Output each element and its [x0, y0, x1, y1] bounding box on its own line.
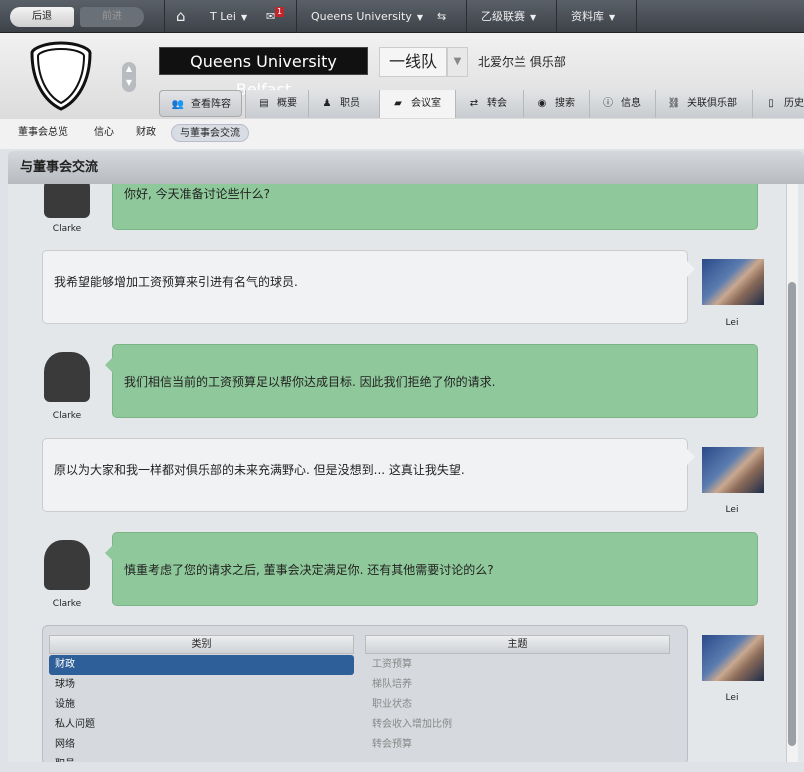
tab-label: 查看阵容 — [191, 99, 231, 110]
user-avatar — [702, 635, 764, 681]
board-member-avatar — [44, 540, 90, 590]
club-menu-label: Queens University — [311, 10, 412, 23]
subtab-finances[interactable]: 财政 — [128, 124, 164, 142]
transfer-icon: ⇄ — [469, 98, 479, 109]
club-crest-icon — [30, 41, 92, 111]
category-column-header[interactable]: 类别 — [49, 635, 354, 654]
profile-icon: ▤ — [259, 98, 269, 109]
topic-column-header[interactable]: 主题 — [365, 635, 670, 654]
squad-dropdown-icon[interactable]: ▼ — [447, 47, 468, 77]
tab-overview[interactable]: ▤ 概要 — [245, 90, 308, 118]
briefcase-icon: ▰ — [394, 98, 402, 109]
back-button[interactable]: 后退 — [10, 7, 74, 27]
category-list: 财政 球场 设施 私人问题 网络 职员 — [49, 655, 354, 762]
inbox-icon[interactable]: ✉ 1 — [266, 0, 285, 33]
tab-staff[interactable]: ♟ 职员 — [308, 90, 379, 118]
board-message: 我们相信当前的工资预算足以帮你达成目标. 因此我们拒绝了你的请求. — [105, 344, 758, 418]
category-item-selected[interactable]: 财政 — [49, 655, 354, 675]
board-member-avatar — [44, 184, 90, 218]
staff-icon: ♟ — [322, 98, 332, 109]
switch-icon[interactable]: ⇆ — [437, 0, 446, 33]
topic-item[interactable]: 转会收入增加比例 — [372, 715, 452, 735]
user-name: Lei — [725, 505, 739, 515]
user-name: T Lei — [210, 10, 236, 23]
tab-history[interactable]: ▯ 历史 — [752, 90, 804, 118]
database-menu[interactable]: 资料库 ▼ — [571, 0, 615, 33]
board-member-name: Clarke — [52, 411, 82, 421]
tab-transfers[interactable]: ⇄ 转会 — [455, 90, 523, 118]
tab-info[interactable]: ⓘ 信息 — [589, 90, 655, 118]
subtab-board-overview[interactable]: 董事会总览 — [10, 124, 76, 142]
club-menu[interactable]: Queens University ▼ — [311, 0, 423, 33]
home-icon[interactable]: ⌂ — [176, 0, 186, 33]
subtab-confidence[interactable]: 信心 — [86, 124, 122, 142]
category-item[interactable]: 球场 — [49, 675, 354, 695]
tab-view-squad[interactable]: 👥 查看阵容 — [159, 90, 242, 117]
squad-icon: 👥 — [171, 99, 185, 110]
tab-label: 转会 — [487, 98, 507, 109]
category-item[interactable]: 网络 — [49, 735, 354, 755]
tab-label: 历史 — [784, 98, 804, 109]
topic-item[interactable]: 工资预算 — [372, 655, 452, 675]
topic-item[interactable]: 转会预算 — [372, 735, 452, 755]
tab-search[interactable]: ◉ 搜索 — [523, 90, 589, 118]
board-member-avatar — [44, 352, 90, 402]
league-menu-label: 乙级联赛 — [481, 10, 525, 23]
history-icon: ▯ — [768, 98, 774, 109]
club-scroll-arrows[interactable]: ▲ ▼ — [122, 62, 136, 92]
user-avatar — [702, 259, 764, 305]
user-name: Lei — [725, 318, 739, 328]
board-member-name: Clarke — [52, 224, 82, 234]
topic-list: 工资预算 梯队培养 职业状态 转会收入增加比例 转会预算 — [372, 655, 452, 755]
user-message: 原以为大家和我一样都对俱乐部的未来充满野心. 但是没想到... 这真让我失望. — [42, 438, 695, 512]
user-message: 我希望能够增加工资预算来引进有名气的球员. — [42, 250, 695, 324]
category-item[interactable]: 职员 — [49, 755, 354, 762]
binoculars-icon: ◉ — [537, 98, 547, 109]
user-menu[interactable]: T Lei ▼ — [210, 0, 247, 33]
board-message: 你好, 今天准备讨论些什么? — [105, 184, 758, 230]
league-menu[interactable]: 乙级联赛 ▼ — [481, 0, 536, 33]
topic-item[interactable]: 职业状态 — [372, 695, 452, 715]
category-item[interactable]: 设施 — [49, 695, 354, 715]
subtab-board-communication[interactable]: 与董事会交流 — [171, 124, 249, 142]
tab-label: 概要 — [277, 98, 297, 109]
tab-label: 信息 — [621, 98, 641, 109]
info-icon: ⓘ — [603, 98, 613, 109]
scrollbar-thumb[interactable] — [788, 282, 796, 746]
topic-item[interactable]: 梯队培养 — [372, 675, 452, 695]
user-name: Lei — [725, 693, 739, 703]
forward-button[interactable]: 前进 — [80, 7, 144, 27]
link-icon: ⛓ — [667, 98, 681, 109]
tab-boardroom[interactable]: ▰ 会议室 — [379, 90, 455, 118]
tab-affiliated-clubs[interactable]: ⛓ 关联俱乐部 — [655, 90, 752, 118]
mail-badge: 1 — [275, 7, 285, 17]
top-navigation-bar: 后退 前进 ⌂ T Lei ▼ ✉ 1 Queens University ▼ ⇆ 乙… — [0, 0, 804, 33]
category-item[interactable]: 私人问题 — [49, 715, 354, 735]
tab-label: 会议室 — [411, 98, 441, 109]
panel-title: 与董事会交流 — [8, 151, 804, 184]
user-avatar — [702, 447, 764, 493]
club-region: 北爱尔兰 俱乐部 — [478, 55, 566, 69]
squad-selector[interactable]: 一线队 — [379, 47, 447, 77]
tab-label: 职员 — [340, 98, 360, 109]
conversation-area: 你好, 今天准备讨论些什么? Clarke 我希望能够增加工资预算来引进有名气的… — [8, 184, 804, 762]
topic-selector: 类别 主题 财政 球场 设施 私人问题 网络 职员 工资预算 梯队培养 职业状态… — [42, 625, 688, 762]
database-menu-label: 资料库 — [571, 10, 604, 23]
club-name: Queens University Belfast — [159, 47, 368, 99]
tab-label: 搜索 — [555, 98, 575, 109]
board-member-name: Clarke — [52, 599, 82, 609]
board-message: 慎重考虑了您的请求之后, 董事会决定满足你. 还有其他需要讨论的么? — [105, 532, 758, 606]
tab-label: 关联俱乐部 — [687, 98, 737, 109]
